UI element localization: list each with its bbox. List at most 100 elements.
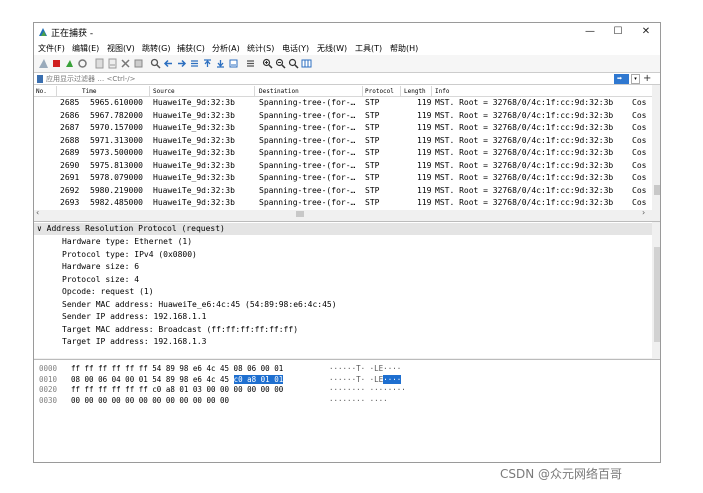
detail-line[interactable]: Sender IP address: 192.168.1.1 bbox=[62, 311, 207, 324]
detail-tree-header[interactable]: ∨ Address Resolution Protocol (request) bbox=[34, 223, 652, 235]
menu-wireless[interactable]: 无线(W) bbox=[317, 43, 347, 54]
detail-line[interactable]: Opcode: request (1) bbox=[62, 286, 154, 299]
add-filter-button[interactable]: + bbox=[643, 73, 651, 84]
column-no[interactable]: No. bbox=[36, 88, 47, 95]
menu-telephony[interactable]: 电话(Y) bbox=[282, 43, 309, 54]
detail-line[interactable]: Protocol type: IPv4 (0x0800) bbox=[62, 249, 197, 262]
hex-text: ff ff ff ff ff ff c0 a8 01 03 00 00 00 0… bbox=[71, 385, 284, 394]
cell-destination: Spanning-tree-(for-… bbox=[259, 98, 356, 107]
cell-info: MST. Root = 32768/0/4c:1f:cc:9d:32:3b bbox=[435, 185, 614, 195]
details-vscrollbar[interactable] bbox=[652, 222, 660, 358]
packet-list: No. Time Source Destination Protocol Len… bbox=[34, 85, 660, 218]
maximize-button[interactable]: ☐ bbox=[606, 24, 630, 40]
cell-no: 2686 bbox=[60, 110, 80, 120]
open-icon[interactable] bbox=[94, 58, 105, 69]
column-time[interactable]: Time bbox=[82, 88, 96, 95]
menu-help[interactable]: 帮助(H) bbox=[390, 43, 418, 54]
cell-destination: Spanning-tree-(for-… bbox=[259, 160, 356, 170]
cell-source: HuaweiTe_9d:32:3b bbox=[153, 160, 235, 170]
hex-text: 08 00 06 04 00 01 54 89 98 e6 4c 45 bbox=[71, 374, 234, 384]
column-destination[interactable]: Destination bbox=[259, 88, 299, 95]
zoom-reset-icon[interactable] bbox=[288, 58, 299, 69]
scroll-thumb[interactable] bbox=[296, 211, 304, 217]
menu-analyze[interactable]: 分析(A) bbox=[212, 43, 240, 54]
zoom-in-icon[interactable] bbox=[262, 58, 273, 69]
options-icon[interactable] bbox=[77, 58, 88, 69]
cell-no: 2685 bbox=[60, 98, 80, 107]
cell-protocol: STP bbox=[365, 173, 380, 182]
cell-protocol: STP bbox=[365, 135, 380, 145]
bytes-ascii: ······T· ·LE···· bbox=[329, 374, 402, 384]
menu-tools[interactable]: 工具(T) bbox=[355, 43, 382, 54]
cell-info-extra: Cos bbox=[632, 185, 647, 195]
restart-icon[interactable] bbox=[64, 58, 75, 69]
packet-row[interactable]: 2689 5973.500000 HuaweiTe_9d:32:3b Spanning… bbox=[34, 147, 660, 160]
first-icon[interactable] bbox=[202, 58, 213, 69]
bookmark-icon[interactable] bbox=[37, 75, 43, 83]
packet-list-hscrollbar[interactable]: ‹ › bbox=[34, 208, 660, 218]
column-info[interactable]: Info bbox=[435, 88, 449, 95]
close-file-icon[interactable] bbox=[120, 58, 131, 69]
find-icon[interactable] bbox=[150, 58, 161, 69]
scroll-left-icon[interactable]: ‹ bbox=[36, 208, 39, 217]
last-icon[interactable] bbox=[215, 58, 226, 69]
packet-row[interactable]: 2692 5980.219000 HuaweiTe_9d:32:3b Spanning… bbox=[34, 185, 660, 198]
bytes-offset: 0010 bbox=[39, 374, 58, 384]
close-button[interactable]: ✕ bbox=[634, 24, 658, 40]
main-toolbar bbox=[34, 55, 660, 72]
column-protocol[interactable]: Protocol bbox=[365, 88, 394, 95]
zoom-out-icon[interactable] bbox=[275, 58, 286, 69]
menu-view[interactable]: 视图(V) bbox=[107, 43, 135, 54]
scroll-thumb[interactable] bbox=[654, 185, 660, 195]
shark-fin-icon[interactable] bbox=[38, 58, 49, 69]
wireshark-window: 正在捕获 - — ☐ ✕ 文件(F) 编辑(E) 视图(V) 跳转(G) 捕获(… bbox=[33, 22, 661, 463]
packet-row[interactable]: 2686 5967.782000 HuaweiTe_9d:32:3b Spanning… bbox=[34, 110, 660, 123]
column-source[interactable]: Source bbox=[153, 88, 175, 95]
cell-source: HuaweiTe_9d:32:3b bbox=[153, 110, 235, 120]
detail-line[interactable]: Target MAC address: Broadcast (ff:ff:ff:… bbox=[62, 324, 298, 337]
cell-length: 119 bbox=[417, 160, 432, 170]
menu-statistics[interactable]: 统计(S) bbox=[247, 43, 274, 54]
cell-protocol: STP bbox=[365, 148, 380, 157]
menu-capture[interactable]: 捕获(C) bbox=[177, 43, 205, 54]
back-icon[interactable] bbox=[163, 58, 174, 69]
menu-file[interactable]: 文件(F) bbox=[38, 43, 65, 54]
menu-go[interactable]: 跳转(G) bbox=[142, 43, 170, 54]
goto-icon[interactable] bbox=[189, 58, 200, 69]
colorize-icon[interactable] bbox=[245, 58, 256, 69]
menu-edit[interactable]: 编辑(E) bbox=[72, 43, 99, 54]
filter-dropdown-button[interactable]: ▾ bbox=[631, 74, 640, 84]
resize-columns-icon[interactable] bbox=[301, 58, 312, 69]
detail-line[interactable]: Hardware type: Ethernet (1) bbox=[62, 236, 192, 249]
cell-no: 2693 bbox=[60, 198, 80, 207]
reload-icon[interactable] bbox=[133, 58, 144, 69]
packet-row[interactable]: 2685 5965.610000 HuaweiTe_9d:32:3b Spanning… bbox=[34, 97, 660, 110]
save-icon[interactable] bbox=[107, 58, 118, 69]
apply-filter-button[interactable]: ➡ bbox=[614, 74, 629, 84]
packet-row[interactable]: 2690 5975.813000 HuaweiTe_9d:32:3b Spanning… bbox=[34, 160, 660, 173]
packet-row[interactable]: 2687 5970.157000 HuaweiTe_9d:32:3b Spanning… bbox=[34, 122, 660, 135]
minimize-button[interactable]: — bbox=[578, 24, 602, 40]
stop-icon[interactable] bbox=[51, 58, 62, 69]
cell-no: 2690 bbox=[60, 160, 80, 170]
detail-line[interactable]: Target IP address: 192.168.1.3 bbox=[62, 336, 207, 349]
detail-line[interactable]: Protocol size: 4 bbox=[62, 274, 139, 287]
cell-time: 5975.813000 bbox=[90, 160, 143, 170]
bytes-ascii: ······T· ·LE···· bbox=[329, 364, 401, 373]
detail-line[interactable]: Sender MAC address: HuaweiTe_e6:4c:45 (5… bbox=[62, 299, 337, 312]
scroll-right-icon[interactable]: › bbox=[642, 208, 645, 217]
arrow-right-icon: ➡ bbox=[617, 75, 623, 82]
cell-time: 5967.782000 bbox=[90, 110, 143, 120]
packet-list-vscrollbar[interactable] bbox=[652, 85, 660, 210]
display-filter-input[interactable]: 应用显示过滤器 … <Ctrl-/> bbox=[46, 74, 606, 84]
column-length[interactable]: Length bbox=[404, 88, 426, 95]
forward-icon[interactable] bbox=[176, 58, 187, 69]
packet-row[interactable]: 2688 5971.313000 HuaweiTe_9d:32:3b Spanning… bbox=[34, 135, 660, 148]
cell-info-extra: Cos bbox=[632, 110, 647, 120]
bytes-offset: 0020 bbox=[39, 385, 58, 394]
scroll-thumb[interactable] bbox=[654, 247, 660, 342]
detail-line[interactable]: Hardware size: 6 bbox=[62, 261, 139, 274]
packet-row[interactable]: 2693 5982.485000 HuaweiTe_9d:32:3b Spanning… bbox=[34, 197, 660, 210]
autoscroll-icon[interactable] bbox=[228, 58, 239, 69]
packet-row[interactable]: 2691 5978.079000 HuaweiTe_9d:32:3b Spanning… bbox=[34, 172, 660, 185]
